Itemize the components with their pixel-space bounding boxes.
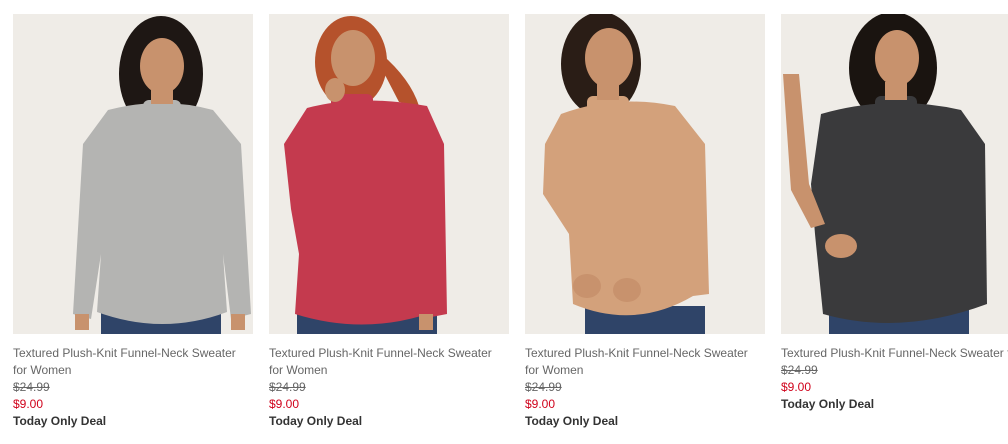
product-card[interactable]: Textured Plush-Knit Funnel-Neck Sweater … — [13, 14, 253, 430]
product-title[interactable]: Textured Plush-Knit Funnel-Neck Sweater … — [269, 345, 509, 379]
product-photo-svg — [269, 14, 509, 334]
product-title[interactable]: Textured Plush-Knit Funnel-Neck Sweater … — [13, 345, 253, 379]
sale-price: $9.00 — [269, 397, 300, 411]
sale-price: $9.00 — [525, 397, 556, 411]
product-title[interactable]: Textured Plush-Knit Funnel-Neck Sweater … — [525, 345, 765, 379]
product-image[interactable] — [269, 14, 509, 334]
product-card[interactable]: Textured Plush-Knit Funnel-Neck Sweater … — [781, 14, 1008, 413]
sale-price: $9.00 — [13, 397, 44, 411]
product-photo-svg — [525, 14, 765, 334]
deal-label: Today Only Deal — [13, 414, 107, 428]
sale-price: $9.00 — [781, 380, 812, 394]
product-grid: Textured Plush-Knit Funnel-Neck Sweater … — [13, 14, 1008, 444]
original-price: $24.99 — [269, 380, 306, 394]
product-photo-svg — [13, 14, 253, 334]
product-photo-svg — [781, 14, 1008, 334]
deal-label: Today Only Deal — [781, 397, 875, 411]
deal-label: Today Only Deal — [269, 414, 363, 428]
product-image[interactable] — [525, 14, 765, 334]
product-title[interactable]: Textured Plush-Knit Funnel-Neck Sweater … — [781, 345, 1008, 362]
product-card[interactable]: Textured Plush-Knit Funnel-Neck Sweater … — [269, 14, 509, 430]
original-price: $24.99 — [13, 380, 50, 394]
original-price: $24.99 — [781, 363, 818, 377]
product-image[interactable] — [781, 14, 1008, 334]
deal-label: Today Only Deal — [525, 414, 619, 428]
original-price: $24.99 — [525, 380, 562, 394]
product-card[interactable]: Textured Plush-Knit Funnel-Neck Sweater … — [525, 14, 765, 430]
product-image[interactable] — [13, 14, 253, 334]
